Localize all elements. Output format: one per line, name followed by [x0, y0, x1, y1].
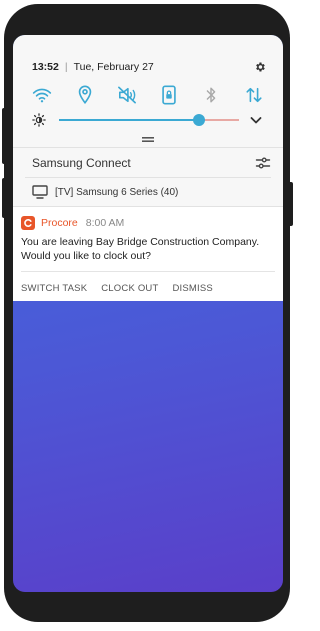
bluetooth-toggle[interactable]: [199, 83, 223, 107]
samsung-connect-title: Samsung Connect: [32, 156, 131, 170]
volume-up-button[interactable]: [2, 108, 7, 164]
notification-shade: 13:52 | Tue, February 27 Samsung Connect…: [13, 35, 283, 301]
brightness-row: [13, 111, 283, 129]
screen: 13:52 | Tue, February 27 Samsung Connect…: [13, 35, 283, 592]
notification-card[interactable]: Procore 8:00 AM You are leaving Bay Brid…: [13, 207, 283, 301]
gear-icon[interactable]: [253, 60, 267, 74]
notification-message: You are leaving Bay Bridge Construction …: [21, 236, 260, 262]
clock: 13:52: [32, 61, 59, 73]
location-icon: [78, 85, 92, 105]
rotation-toggle[interactable]: [157, 83, 181, 107]
wifi-icon: [32, 88, 52, 103]
sound-toggle[interactable]: [115, 83, 139, 107]
power-button[interactable]: [288, 182, 293, 226]
divider: [25, 177, 271, 178]
tv-icon: [32, 185, 48, 199]
brightness-slider-fill: [59, 119, 200, 121]
brightness-slider-knob[interactable]: [193, 114, 206, 126]
divider: [21, 271, 275, 272]
brightness-icon: [32, 113, 46, 127]
mobile-data-icon: [246, 87, 262, 103]
notification-header: Procore 8:00 AM: [21, 215, 124, 231]
location-toggle[interactable]: [73, 83, 97, 107]
switch-task-button[interactable]: SWITCH TASK: [21, 283, 87, 294]
mobile-data-toggle[interactable]: [242, 83, 266, 107]
bluetooth-icon: [206, 87, 216, 103]
notification-time: 8:00 AM: [85, 217, 125, 229]
dismiss-button[interactable]: DISMISS: [172, 283, 212, 294]
brightness-slider[interactable]: [59, 114, 239, 126]
notification-actions: SWITCH TASK CLOCK OUT DISMISS: [21, 283, 227, 294]
sound-mute-icon: [118, 86, 136, 104]
procore-logo-icon: [21, 216, 35, 230]
wifi-toggle[interactable]: [30, 83, 54, 107]
status-bar: 13:52 | Tue, February 27: [32, 59, 267, 75]
volume-down-button[interactable]: [2, 178, 7, 218]
chevron-down-icon[interactable]: [248, 112, 264, 128]
status-separator: |: [64, 61, 68, 73]
drag-handle-icon[interactable]: [142, 137, 154, 143]
clock-out-button[interactable]: CLOCK OUT: [101, 283, 158, 294]
sliders-icon[interactable]: [255, 155, 271, 171]
divider: [13, 147, 283, 148]
connected-device-item[interactable]: [TV] Samsung 6 Series (40): [32, 183, 178, 201]
notification-app-name: Procore: [41, 217, 78, 229]
quick-toggles: [13, 83, 283, 107]
device-name: [TV] Samsung 6 Series (40): [55, 186, 179, 198]
samsung-connect-header[interactable]: Samsung Connect: [32, 153, 271, 173]
date: Tue, February 27: [73, 61, 154, 73]
rotation-lock-icon: [162, 85, 176, 105]
